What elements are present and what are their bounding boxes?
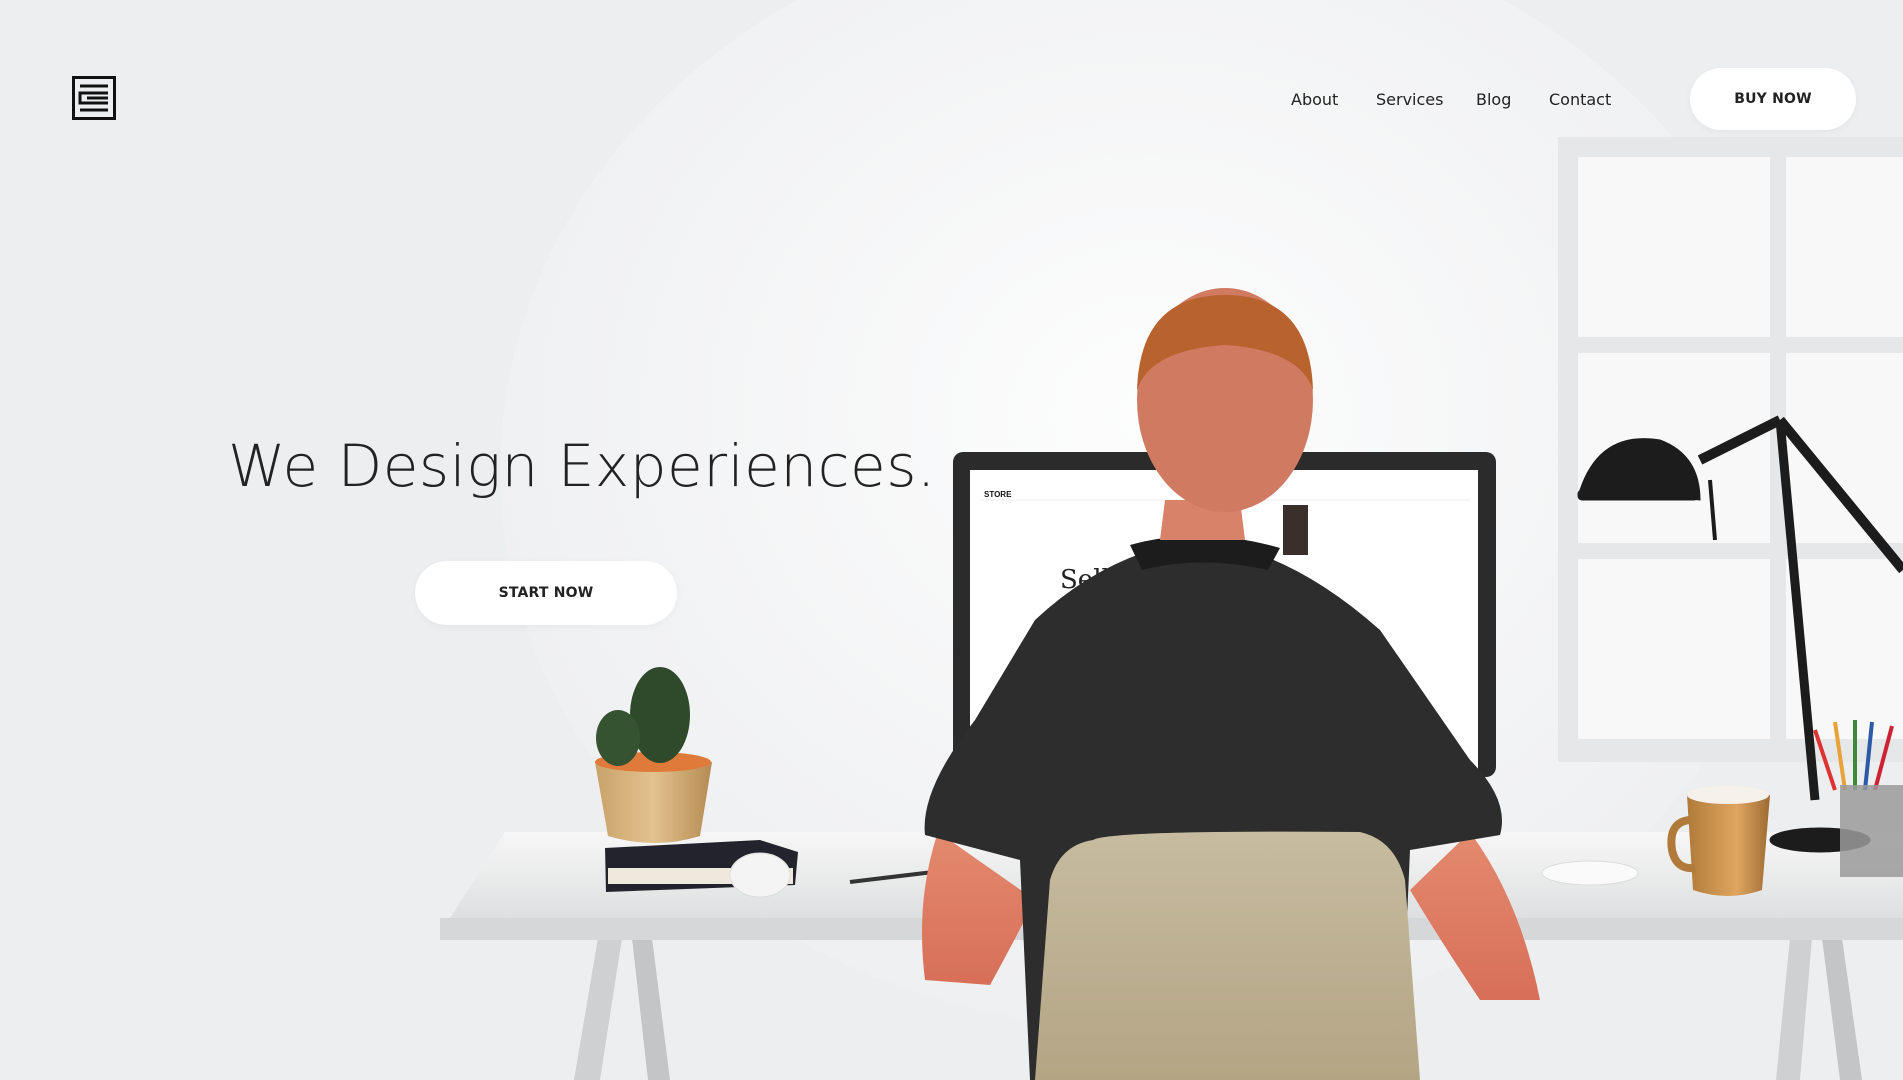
computer-mouse xyxy=(1541,860,1639,886)
nav-contact[interactable]: Contact xyxy=(1549,90,1611,109)
nav-services[interactable]: Services xyxy=(1376,90,1443,109)
monitor-store-label: STORE xyxy=(984,490,1012,499)
start-now-button[interactable]: START NOW xyxy=(415,561,677,625)
hero-scene: STORE Sell yo xyxy=(0,0,1903,1080)
logo[interactable] xyxy=(72,76,116,120)
stacked-lines-logo-icon xyxy=(72,76,116,120)
office-desk-illustration: STORE Sell yo xyxy=(440,0,1903,1080)
buy-now-button[interactable]: BUY NOW xyxy=(1690,68,1856,130)
nav-about[interactable]: About xyxy=(1291,90,1338,109)
hero-title: We Design Experiences. xyxy=(228,432,936,500)
nav-blog[interactable]: Blog xyxy=(1476,90,1511,109)
